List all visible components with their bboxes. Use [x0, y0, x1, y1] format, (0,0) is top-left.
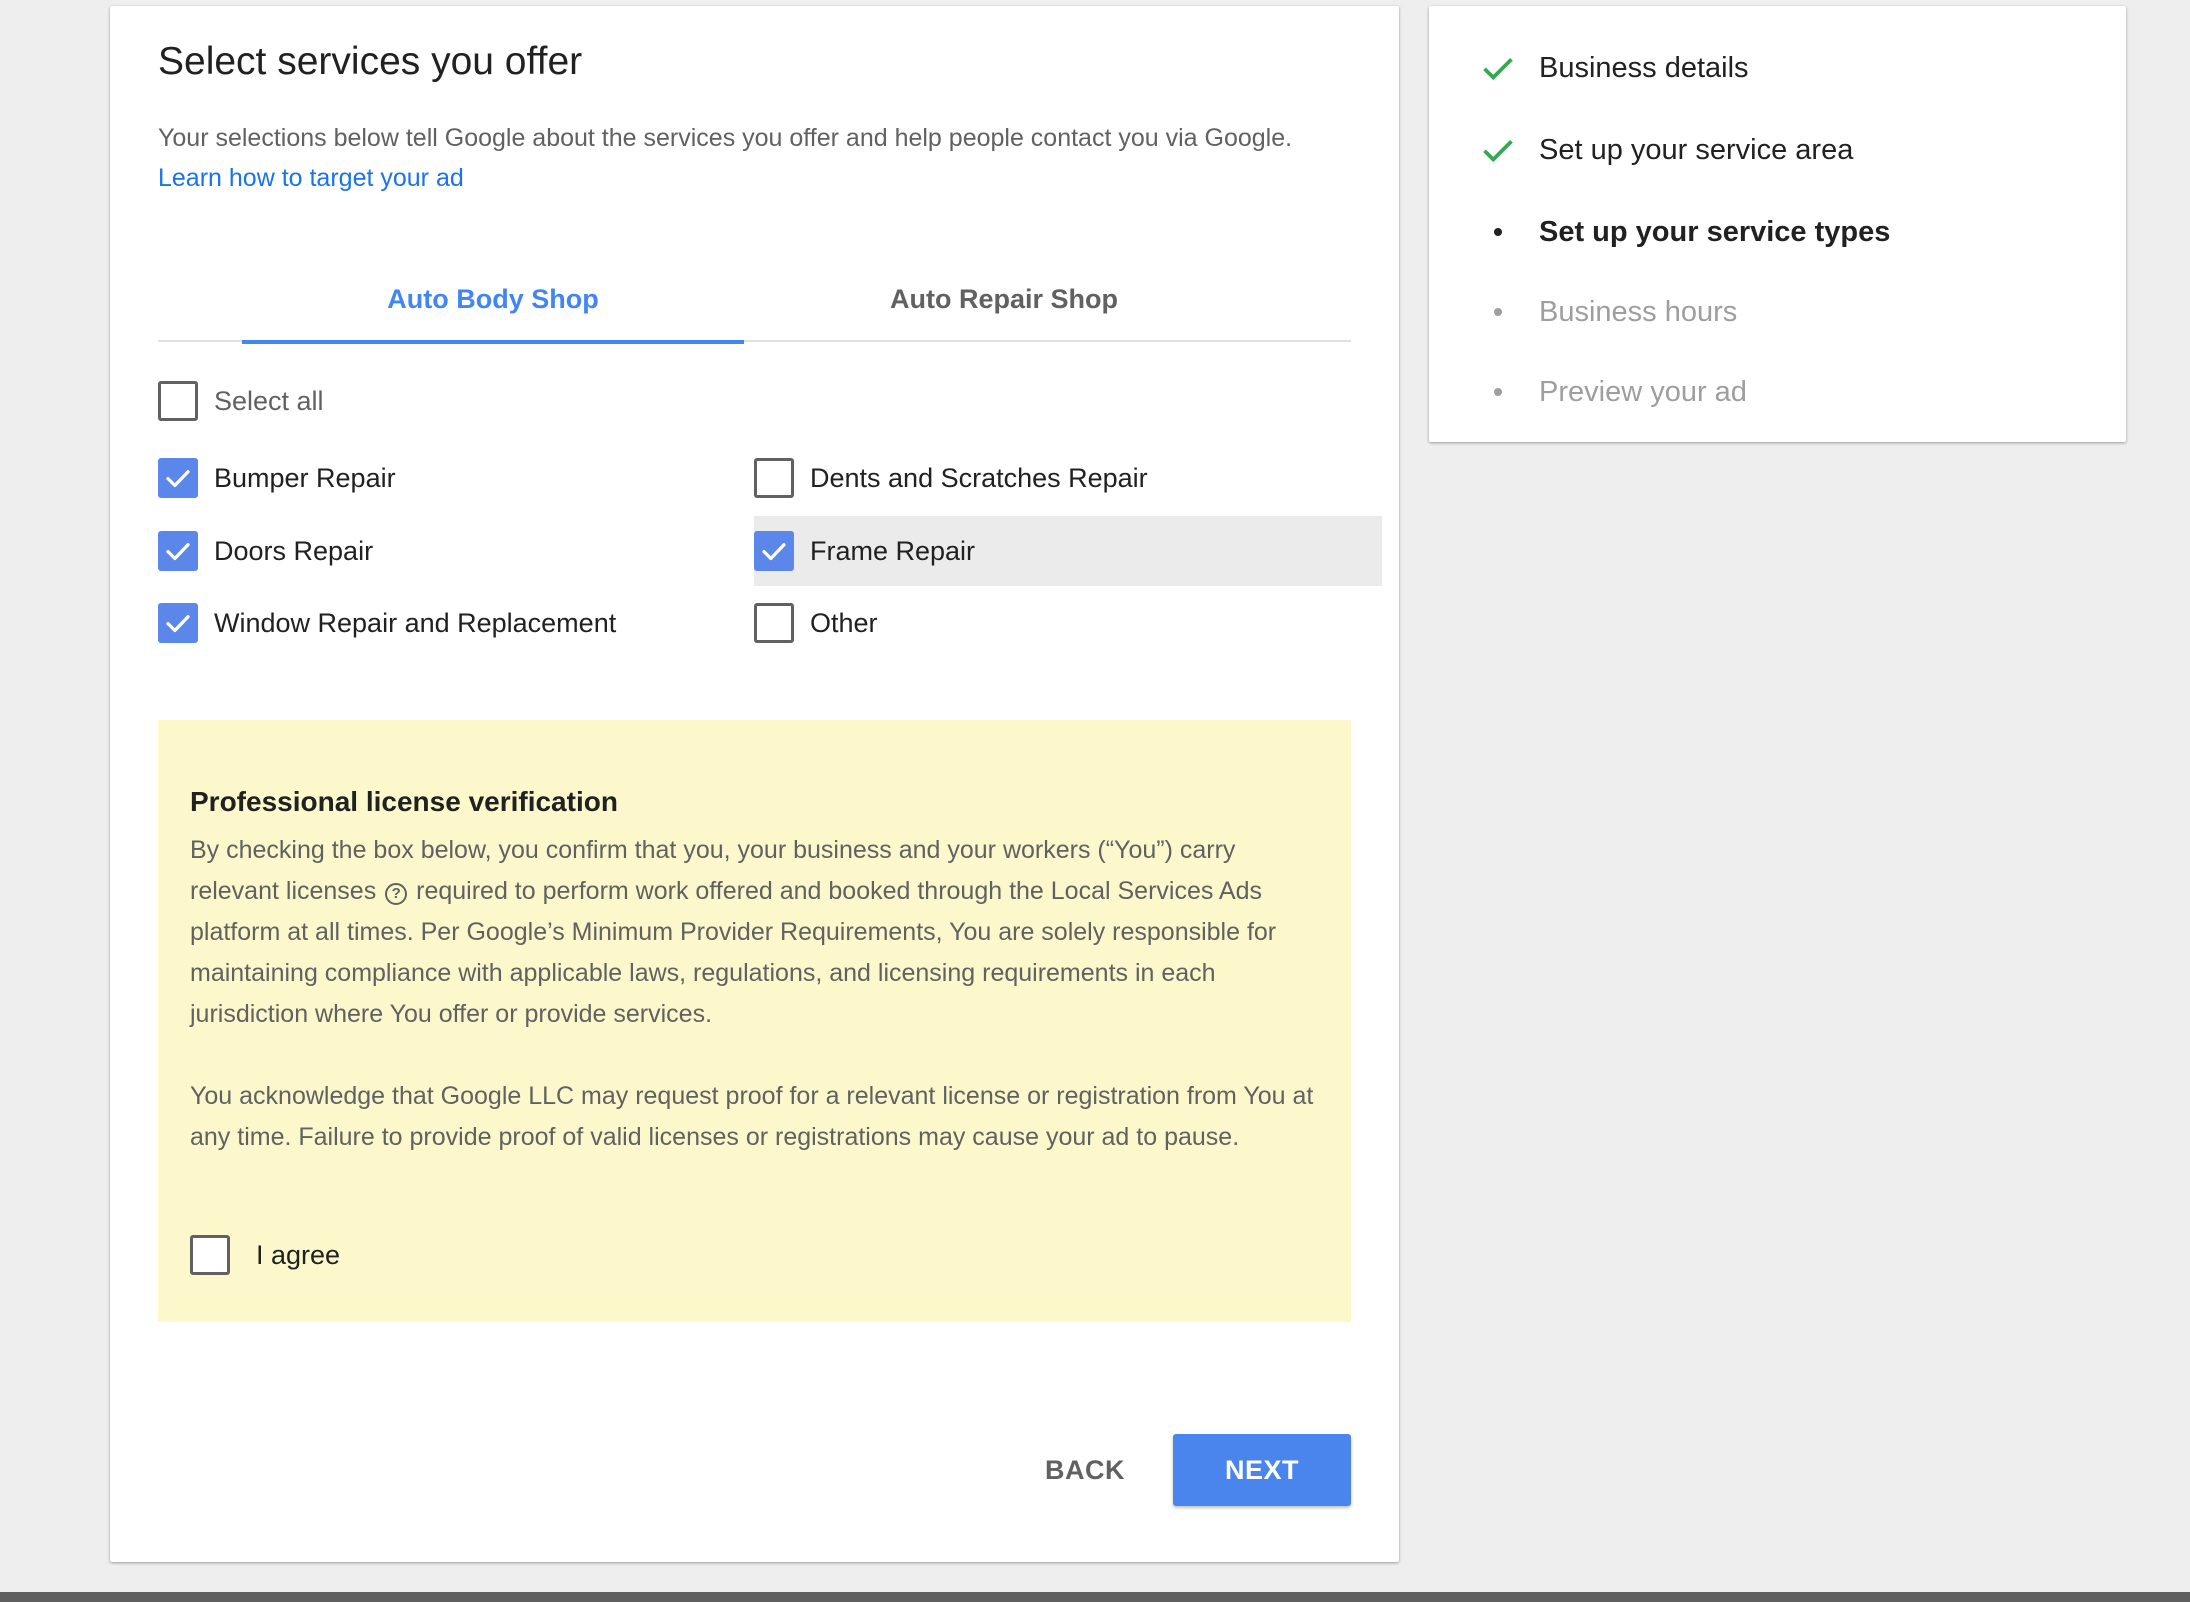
license-paragraph-1: By checking the box below, you confirm t…: [190, 830, 1330, 1035]
bullet-dot: [1494, 308, 1502, 316]
service-label: Other: [810, 607, 878, 638]
bullet-dot: [1494, 388, 1502, 396]
service-label: Bumper Repair: [214, 462, 396, 493]
select-all-label: Select all: [214, 385, 324, 416]
service-checkbox-frame-repair[interactable]: Frame Repair: [754, 516, 1382, 586]
service-checkbox-other[interactable]: Other: [754, 588, 878, 658]
service-label: Doors Repair: [214, 535, 374, 566]
bottom-bar: [0, 1592, 2190, 1602]
progress-steps-card: Business details Set up your service are…: [1429, 6, 2126, 442]
help-icon[interactable]: ?: [385, 883, 408, 905]
category-tabs: Auto Body Shop Auto Repair Shop: [158, 256, 1351, 344]
step-label: Set up your service types: [1539, 215, 1891, 248]
step-service-area: Set up your service area: [1479, 120, 1853, 180]
license-paragraph-2: You acknowledge that Google LLC may requ…: [190, 1082, 1314, 1151]
checkmark-icon: [1479, 131, 1517, 169]
license-title: Professional license verification: [190, 786, 618, 817]
step-preview-ad: Preview your ad: [1479, 362, 1747, 422]
page: Select services you offer Your selection…: [0, 0, 2190, 1602]
i-agree-checkbox[interactable]: I agree: [190, 1220, 340, 1290]
service-label: Window Repair and Replacement: [214, 607, 617, 638]
service-checkbox-bumper-repair[interactable]: Bumper Repair: [158, 443, 396, 513]
checkbox-checked-icon: [754, 531, 794, 571]
service-checkbox-window-repair[interactable]: Window Repair and Replacement: [158, 588, 616, 658]
step-label: Business hours: [1539, 295, 1738, 328]
tab-auto-body-shop[interactable]: Auto Body Shop: [242, 256, 744, 344]
checkbox-icon: [754, 603, 794, 643]
next-button[interactable]: NEXT: [1173, 1434, 1351, 1506]
service-checkbox-dents-scratches-repair[interactable]: Dents and Scratches Repair: [754, 443, 1148, 513]
checkmark-icon: [1479, 49, 1517, 87]
select-all-checkbox[interactable]: Select all: [158, 366, 324, 436]
learn-target-ad-link[interactable]: Learn how to target your ad: [158, 158, 464, 198]
checkbox-checked-icon: [158, 458, 198, 498]
checkbox-icon: [190, 1235, 230, 1275]
tab-auto-repair-shop[interactable]: Auto Repair Shop: [744, 256, 1264, 342]
checkbox-icon: [158, 381, 198, 421]
checkbox-icon: [754, 458, 794, 498]
service-label: Dents and Scratches Repair: [810, 462, 1148, 493]
step-label: Set up your service area: [1539, 133, 1854, 166]
bullet-icon: [1479, 228, 1517, 236]
step-business-details: Business details: [1479, 38, 1749, 98]
service-checkbox-doors-repair[interactable]: Doors Repair: [158, 516, 373, 586]
services-card: Select services you offer Your selection…: [110, 6, 1399, 1562]
step-label: Business details: [1539, 51, 1749, 84]
bullet-icon: [1479, 308, 1517, 316]
bullet-dot: [1494, 228, 1502, 236]
i-agree-label: I agree: [256, 1239, 341, 1270]
page-subtitle: Your selections below tell Google about …: [158, 124, 1293, 152]
checkbox-checked-icon: [158, 531, 198, 571]
step-label: Preview your ad: [1539, 375, 1747, 408]
checkbox-checked-icon: [158, 603, 198, 643]
service-label: Frame Repair: [810, 535, 976, 566]
license-verification-panel: Professional license verification By che…: [158, 720, 1351, 1322]
page-title: Select services you offer: [158, 40, 583, 83]
bullet-icon: [1479, 388, 1517, 396]
back-button[interactable]: BACK: [1010, 1434, 1160, 1506]
step-service-types: Set up your service types: [1479, 202, 1890, 262]
step-business-hours: Business hours: [1479, 282, 1737, 342]
